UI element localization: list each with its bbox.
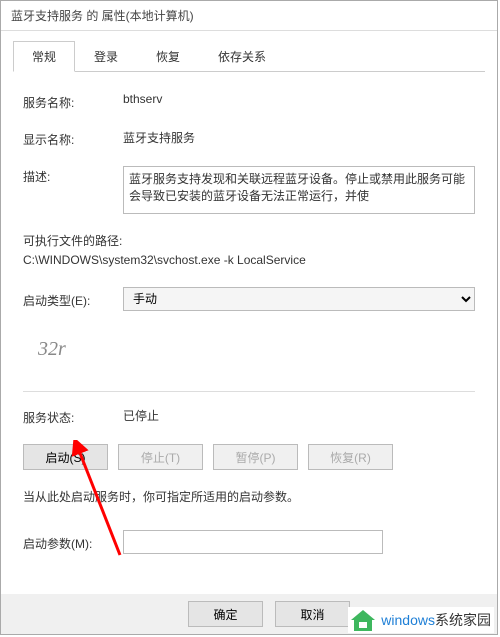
window-title: 蓝牙支持服务 的 属性(本地计算机) <box>11 9 194 23</box>
tab-recovery[interactable]: 恢复 <box>137 41 199 72</box>
properties-window: 蓝牙支持服务 的 属性(本地计算机) 常规 登录 恢复 依存关系 服务名称: b… <box>0 0 498 635</box>
startup-type-label: 启动类型(E): <box>23 290 123 309</box>
tab-general[interactable]: 常规 <box>13 41 75 72</box>
watermark-text: 32r <box>38 338 66 361</box>
cancel-button[interactable]: 取消 <box>275 601 350 627</box>
control-button-row: 启动(S) 停止(T) 暂停(P) 恢复(R) <box>23 444 475 470</box>
ok-button[interactable]: 确定 <box>188 601 263 627</box>
stop-button: 停止(T) <box>118 444 203 470</box>
service-name-label: 服务名称: <box>23 92 123 111</box>
service-status-label: 服务状态: <box>23 407 123 426</box>
display-name-row: 显示名称: 蓝牙支持服务 <box>23 129 475 148</box>
service-status-row: 服务状态: 已停止 <box>23 407 475 426</box>
service-name-row: 服务名称: bthserv <box>23 92 475 111</box>
display-name-label: 显示名称: <box>23 129 123 148</box>
startup-type-row: 启动类型(E): 手动 <box>23 287 475 311</box>
tab-dependencies[interactable]: 依存关系 <box>199 41 285 72</box>
hint-text: 当从此处启动服务时，你可指定所适用的启动参数。 <box>23 488 475 505</box>
description-label: 描述: <box>23 166 123 185</box>
start-param-label: 启动参数(M): <box>23 533 123 552</box>
logo-text: windows系统家园 <box>381 610 491 630</box>
start-param-row: 启动参数(M): <box>23 530 475 554</box>
house-icon <box>351 609 377 631</box>
start-button[interactable]: 启动(S) <box>23 444 108 470</box>
path-label: 可执行文件的路径: <box>23 232 475 249</box>
tabs: 常规 登录 恢复 依存关系 <box>13 41 485 72</box>
start-param-input[interactable] <box>123 530 383 554</box>
path-section: 可执行文件的路径: C:\WINDOWS\system32\svchost.ex… <box>23 232 475 267</box>
tab-logon[interactable]: 登录 <box>75 41 137 72</box>
description-textarea[interactable]: 蓝牙服务支持发现和关联远程蓝牙设备。停止或禁用此服务可能会导致已安装的蓝牙设备无… <box>123 166 475 214</box>
path-value: C:\WINDOWS\system32\svchost.exe -k Local… <box>23 253 475 267</box>
pause-button: 暂停(P) <box>213 444 298 470</box>
divider <box>23 391 475 392</box>
startup-type-select[interactable]: 手动 <box>123 287 475 311</box>
dialog-button-row: 确定 取消 <box>188 601 350 627</box>
description-row: 描述: 蓝牙服务支持发现和关联远程蓝牙设备。停止或禁用此服务可能会导致已安装的蓝… <box>23 166 475 214</box>
service-name-value: bthserv <box>123 92 475 106</box>
watermark-image: 32r <box>23 326 475 376</box>
service-status-value: 已停止 <box>123 407 475 424</box>
tab-content-general: 服务名称: bthserv 显示名称: 蓝牙支持服务 描述: 蓝牙服务支持发现和… <box>13 87 485 579</box>
site-logo: windows系统家园 <box>348 607 494 633</box>
resume-button: 恢复(R) <box>308 444 393 470</box>
display-name-value: 蓝牙支持服务 <box>123 129 475 146</box>
content-area: 常规 登录 恢复 依存关系 服务名称: bthserv 显示名称: 蓝牙支持服务… <box>1 31 497 594</box>
titlebar[interactable]: 蓝牙支持服务 的 属性(本地计算机) <box>1 1 497 31</box>
